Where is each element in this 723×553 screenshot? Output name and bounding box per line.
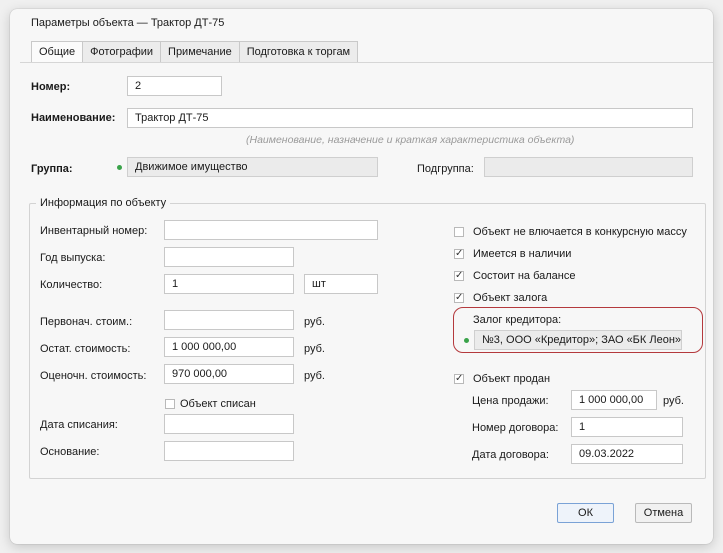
residual-cost-unit: руб. [304, 343, 325, 355]
group-status-dot [117, 165, 122, 170]
subgroup-field[interactable] [484, 157, 693, 177]
basis-input[interactable] [164, 441, 294, 461]
available-checkbox[interactable]: ✓ [454, 249, 464, 259]
inventory-input[interactable] [164, 220, 378, 240]
tab-general[interactable]: Общие [31, 41, 84, 63]
tab-bar: Общие Фотографии Примечание Подготовка к… [31, 41, 359, 63]
group-field[interactable]: Движимое имущество [127, 157, 378, 177]
sold-checkbox[interactable]: ✓ [454, 374, 464, 384]
appraised-cost-input[interactable]: 970 000,00 [164, 364, 294, 384]
inventory-label: Инвентарный номер: [40, 225, 148, 237]
name-input[interactable]: Трактор ДТ-75 [127, 108, 693, 128]
written-off-checkbox[interactable] [165, 399, 175, 409]
initial-cost-label: Первонач. стоим.: [40, 316, 133, 328]
pledge-label: Объект залога [473, 292, 548, 304]
tab-auction-prep[interactable]: Подготовка к торгам [239, 41, 359, 63]
tab-notes[interactable]: Примечание [161, 41, 240, 63]
written-off-label: Объект списан [180, 398, 256, 410]
on-balance-label: Состоит на балансе [473, 270, 576, 282]
appraised-cost-label: Оценочн. стоимость: [40, 370, 147, 382]
initial-cost-unit: руб. [304, 316, 325, 328]
ok-button[interactable]: ОК [557, 503, 614, 523]
not-included-label: Объект не влючается в конкурсную массу [473, 226, 687, 238]
sale-price-input[interactable]: 1 000 000,00 [571, 390, 657, 410]
tab-photos[interactable]: Фотографии [83, 41, 162, 63]
on-balance-checkbox[interactable]: ✓ [454, 271, 464, 281]
quantity-unit-field[interactable]: шт [304, 274, 378, 294]
year-input[interactable] [164, 247, 294, 267]
cancel-button[interactable]: Отмена [635, 503, 692, 523]
writeoff-date-input[interactable] [164, 414, 294, 434]
contract-date-input[interactable]: 09.03.2022 [571, 444, 683, 464]
available-label: Имеется в наличии [473, 248, 572, 260]
number-input[interactable]: 2 [127, 76, 222, 96]
initial-cost-input[interactable] [164, 310, 294, 330]
residual-cost-input[interactable]: 1 000 000,00 [164, 337, 294, 357]
object-parameters-dialog: Параметры объекта — Трактор ДТ-75 Общие … [10, 9, 713, 544]
contract-number-label: Номер договора: [472, 422, 559, 434]
sale-price-label: Цена продажи: [472, 395, 549, 407]
year-label: Год выпуска: [40, 252, 106, 264]
name-label: Наименование: [31, 112, 116, 124]
quantity-input[interactable]: 1 [164, 274, 294, 294]
contract-date-label: Дата договора: [472, 449, 549, 461]
contract-number-input[interactable]: 1 [571, 417, 683, 437]
subgroup-label: Подгруппа: [417, 163, 474, 175]
object-info-legend: Информация по объекту [36, 197, 171, 209]
not-included-checkbox[interactable] [454, 227, 464, 237]
basis-label: Основание: [40, 446, 100, 458]
writeoff-date-label: Дата списания: [40, 419, 118, 431]
dialog-title: Параметры объекта — Трактор ДТ-75 [31, 17, 225, 29]
quantity-label: Количество: [40, 279, 103, 291]
group-label: Группа: [31, 163, 73, 175]
creditor-status-dot [464, 338, 469, 343]
creditor-field[interactable]: №3, ООО «Кредитор»; ЗАО «БК Леон» [474, 330, 682, 350]
creditor-label: Залог кредитора: [473, 314, 562, 326]
number-label: Номер: [31, 81, 71, 93]
name-hint: (Наименование, назначение и краткая хара… [246, 134, 575, 146]
residual-cost-label: Остат. стоимость: [40, 343, 131, 355]
appraised-cost-unit: руб. [304, 370, 325, 382]
tab-panel-divider [20, 62, 713, 63]
sold-label: Объект продан [473, 373, 551, 385]
pledge-checkbox[interactable]: ✓ [454, 293, 464, 303]
sale-price-unit: руб. [663, 395, 684, 407]
